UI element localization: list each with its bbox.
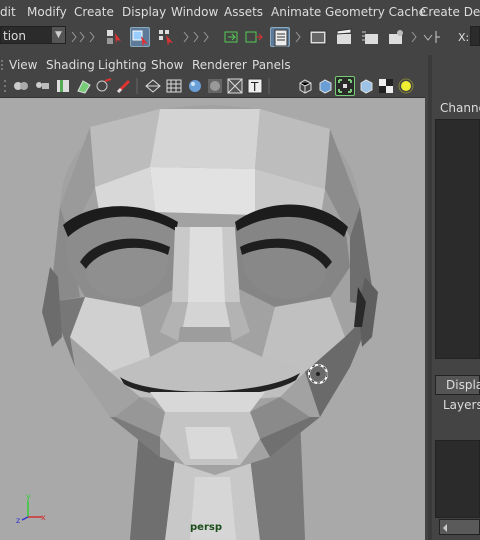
axis-z-label: z	[16, 516, 20, 525]
select-camera-icon[interactable]	[12, 77, 30, 95]
menu-animate[interactable]: Animate	[271, 5, 321, 19]
grease-pencil-icon[interactable]	[95, 77, 113, 95]
viewport-menu-lighting[interactable]: Lighting	[98, 58, 147, 72]
snap-button[interactable]	[222, 27, 242, 47]
toolbar-grip-icon	[4, 80, 6, 92]
render-button[interactable]	[334, 27, 354, 47]
panel-grip-icon	[1, 60, 3, 70]
menu-display[interactable]: Display	[122, 5, 166, 19]
scroll-left-icon[interactable]	[440, 521, 450, 535]
render-settings-icon	[389, 30, 403, 44]
coord-x-field[interactable]	[470, 26, 480, 46]
camera-name-label: persp	[190, 522, 222, 533]
shaded-cube-icon[interactable]	[316, 77, 334, 95]
clapboard-icon	[309, 30, 327, 45]
perspective-viewport[interactable]: View Shading Lighting Show Renderer Pane…	[0, 55, 425, 540]
svg-text:T: T	[250, 80, 259, 94]
viewport-menu-panels[interactable]: Panels	[252, 58, 291, 72]
select-component-icon	[159, 30, 173, 46]
ipr-icon	[362, 31, 378, 44]
xray-icon[interactable]	[226, 77, 244, 95]
lights-icon[interactable]	[397, 77, 415, 95]
checker-icon[interactable]	[377, 77, 395, 95]
scene-canvas[interactable]: y x z	[0, 97, 425, 540]
viewport-menu-shading[interactable]: Shading	[46, 58, 95, 72]
menu-set-dropdown[interactable]: tion ▼	[0, 26, 66, 44]
isolate-select-button[interactable]	[335, 76, 355, 96]
display-tab-label: Display	[446, 378, 480, 392]
menu-geometry-cache[interactable]: Geometry Cache	[325, 5, 426, 19]
construction-history-button[interactable]	[244, 27, 264, 47]
channel-box-label[interactable]: Channel	[440, 101, 480, 115]
menu-set-value: tion	[3, 29, 26, 43]
select-component-button[interactable]	[156, 27, 176, 47]
select-hierarchy-icon	[107, 30, 121, 44]
horizontal-scrollbar[interactable]	[439, 519, 480, 535]
viewport-menu-renderer[interactable]: Renderer	[192, 58, 247, 72]
axis-y-label: y	[26, 492, 31, 501]
viewport-menu-show[interactable]: Show	[151, 58, 183, 72]
channel-box-panel: Channel Display Layers	[425, 55, 480, 540]
camera-attributes-icon[interactable]	[33, 77, 51, 95]
document-icon	[274, 29, 288, 47]
head-mesh	[42, 105, 378, 475]
render-view-button[interactable]	[308, 27, 328, 47]
select-object-icon	[132, 30, 148, 47]
panel-resize-handle-icon[interactable]	[427, 55, 433, 540]
history-icon	[245, 31, 263, 43]
collapse-arrows-icon[interactable]	[70, 29, 100, 45]
input-output-icon	[224, 31, 238, 43]
clapper-icon	[336, 28, 352, 44]
isolate-select-icon	[338, 79, 352, 93]
chevron-down-icon: ▼	[52, 27, 65, 43]
sidebar-toggle-icon[interactable]	[410, 29, 440, 45]
select-hierarchy-button[interactable]	[104, 27, 124, 47]
mask-arrows-icon[interactable]	[182, 29, 222, 45]
menu-modify[interactable]: Modify	[27, 5, 67, 19]
display-tab[interactable]: Display	[435, 375, 480, 395]
channel-box-list[interactable]	[435, 119, 480, 359]
default-material-icon[interactable]	[206, 77, 224, 95]
ipr-render-button[interactable]	[360, 27, 380, 47]
separator-icon	[136, 78, 138, 94]
textured-icon[interactable]: T	[246, 77, 264, 95]
separator-icon	[268, 78, 270, 94]
coord-x-label: X:	[458, 31, 470, 44]
2d-pan-zoom-icon[interactable]	[115, 77, 133, 95]
menu-window[interactable]: Window	[171, 5, 218, 19]
status-line: tion ▼ X:	[0, 25, 480, 55]
wireframe-icon[interactable]	[144, 77, 162, 95]
menu-create-deformers[interactable]: Create Defo	[420, 5, 480, 19]
menu-edit[interactable]: dit	[0, 5, 16, 19]
main-menubar: dit Modify Create Display Window Assets …	[0, 0, 480, 26]
viewport-menu-view[interactable]: View	[9, 58, 37, 72]
grid-icon[interactable]	[165, 77, 183, 95]
xray-cube-icon[interactable]	[357, 77, 375, 95]
collapse-arrow-icon[interactable]	[294, 29, 304, 45]
axis-x-label: x	[41, 513, 46, 522]
viewport-menubar: View Shading Lighting Show Renderer Pane…	[0, 55, 425, 75]
menu-create[interactable]: Create	[74, 5, 114, 19]
layers-list[interactable]	[435, 440, 480, 518]
wireframe-cube-icon[interactable]	[296, 77, 314, 95]
axis-gizmo-icon: y x z	[16, 492, 46, 525]
image-plane-icon[interactable]	[75, 77, 93, 95]
render-settings-button[interactable]	[386, 27, 406, 47]
menu-assets[interactable]: Assets	[224, 5, 263, 19]
viewport-toolbar: T	[0, 75, 425, 98]
smooth-shade-icon[interactable]	[186, 77, 204, 95]
bookmarks-icon[interactable]	[54, 77, 72, 95]
layers-label[interactable]: Layers	[443, 398, 480, 412]
render-setup-button[interactable]	[270, 27, 290, 47]
select-object-button[interactable]	[130, 27, 150, 47]
